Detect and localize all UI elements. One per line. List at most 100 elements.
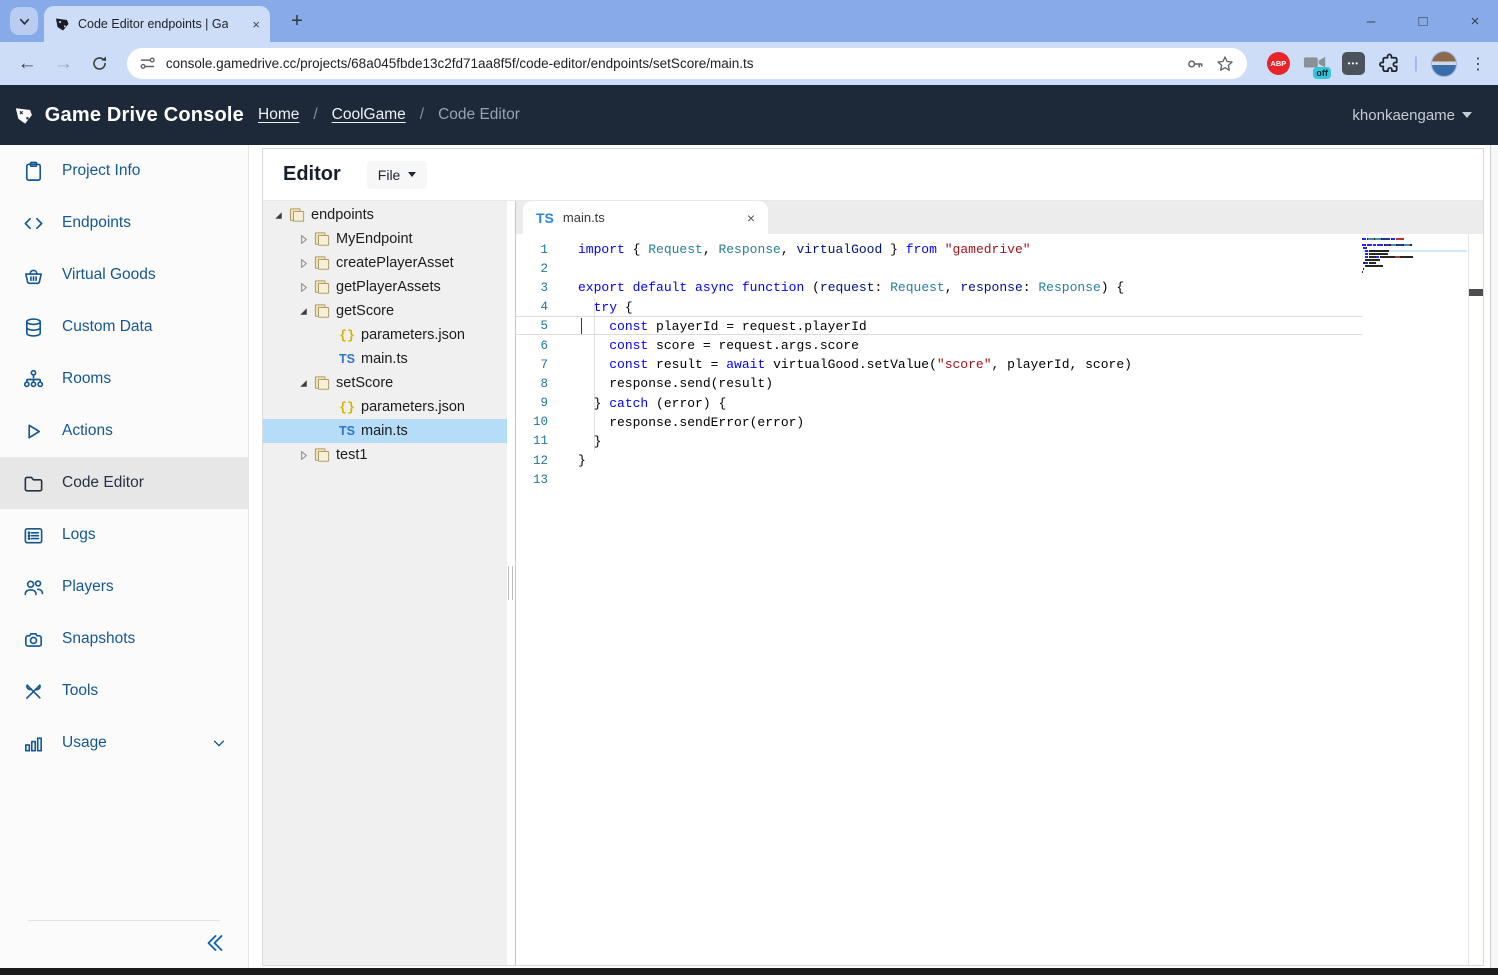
code-area[interactable]: 1import { Request, Response, virtualGood…	[516, 234, 1483, 965]
sidebar-item-custom-data[interactable]: Custom Data	[0, 301, 248, 353]
code-line-1[interactable]: 1import { Request, Response, virtualGood…	[516, 240, 1483, 259]
sidebar-item-label: Logs	[62, 526, 96, 544]
tree-item-label: parameters.json	[361, 399, 465, 415]
adblock-extension-icon[interactable]: ABP	[1267, 52, 1290, 75]
tab-search-button[interactable]	[10, 7, 38, 35]
tree-item-createPlayerAsset[interactable]: createPlayerAsset	[263, 251, 507, 275]
sidebar-item-code-editor[interactable]: Code Editor	[0, 457, 248, 509]
forward-button[interactable]: →	[48, 48, 78, 80]
camera-extension-icon[interactable]: off	[1303, 52, 1329, 76]
tree-item-main-ts[interactable]: TSmain.ts	[263, 347, 507, 371]
tree-item-getScore[interactable]: getScore	[263, 299, 507, 323]
sidebar-item-endpoints[interactable]: Endpoints	[0, 197, 248, 249]
sidebar-item-project-info[interactable]: Project Info	[0, 145, 248, 197]
code-line-3[interactable]: 3export default async function (request:…	[516, 278, 1483, 297]
sidebar-item-tools[interactable]: Tools	[0, 665, 248, 717]
json-file-icon: {}	[339, 328, 355, 343]
code-line-5[interactable]: 5 const playerId = request.playerId	[516, 317, 1483, 336]
user-name: khonkaengame	[1352, 107, 1455, 124]
sidebar-item-logs[interactable]: Logs	[0, 509, 248, 561]
tools-icon	[22, 680, 45, 703]
brand[interactable]: Game Drive Console	[0, 98, 244, 132]
url-text[interactable]: console.gamedrive.cc/projects/68a045fbde…	[166, 56, 1175, 71]
bookmark-star-icon[interactable]	[1215, 54, 1235, 74]
url-bar[interactable]: console.gamedrive.cc/projects/68a045fbde…	[127, 48, 1247, 79]
sidebar-item-usage[interactable]: Usage	[0, 717, 248, 769]
sidebar-collapse-button[interactable]	[198, 926, 232, 960]
tree-item-main-ts[interactable]: TSmain.ts	[263, 419, 507, 443]
sidebar-item-virtual-goods[interactable]: Virtual Goods	[0, 249, 248, 301]
minimap-line	[1362, 262, 1467, 264]
sidebar-item-label: Endpoints	[62, 214, 131, 232]
code-text: const result = await virtualGood.setValu…	[562, 357, 1132, 372]
site-info-icon[interactable]	[139, 55, 156, 72]
code-line-10[interactable]: 10 response.sendError(error)	[516, 413, 1483, 432]
basket-icon	[22, 264, 45, 287]
code-line-7[interactable]: 7 const result = await virtualGood.setVa…	[516, 355, 1483, 374]
editor-tab-maints[interactable]: TS main.ts ×	[523, 201, 768, 234]
back-button[interactable]: ←	[12, 48, 42, 80]
code-line-13[interactable]: 13	[516, 470, 1483, 489]
tree-item-test1[interactable]: test1	[263, 443, 507, 467]
password-key-icon[interactable]	[1185, 54, 1205, 74]
folder-icon	[313, 231, 331, 247]
sidebar-item-rooms[interactable]: Rooms	[0, 353, 248, 405]
code-line-6[interactable]: 6 const score = request.args.score	[516, 336, 1483, 355]
editor-tabbar: TS main.ts ×	[516, 201, 1483, 234]
sidebar-item-players[interactable]: Players	[0, 561, 248, 613]
tree-expanded-arrow[interactable]	[271, 210, 286, 221]
browser-tab-active[interactable]: Code Editor endpoints | GameD ×	[44, 6, 270, 42]
window-minimize-button[interactable]: –	[1362, 13, 1380, 30]
tree-item-MyEndpoint[interactable]: MyEndpoint	[263, 227, 507, 251]
tree-expanded-arrow[interactable]	[296, 378, 311, 389]
folder-icon-slot	[286, 207, 308, 223]
code-line-4[interactable]: 4 try {	[516, 298, 1483, 317]
ts-icon-slot: TS	[336, 424, 358, 438]
tree-collapsed-arrow[interactable]	[296, 450, 311, 461]
new-tab-button[interactable]: +	[284, 8, 310, 34]
editor-tab-label: main.ts	[563, 210, 605, 225]
breadcrumb-separator: /	[420, 106, 424, 124]
window-close-button[interactable]: ×	[1466, 13, 1484, 30]
code-line-9[interactable]: 9 } catch (error) {	[516, 394, 1483, 413]
tree-item-setScore[interactable]: setScore	[263, 371, 507, 395]
reload-button[interactable]	[85, 48, 115, 80]
sidebar-item-snapshots[interactable]: Snapshots	[0, 613, 248, 665]
tree-item-parameters-json[interactable]: {}parameters.json	[263, 323, 507, 347]
tree-item-label: createPlayerAsset	[336, 255, 454, 271]
user-menu[interactable]: khonkaengame	[1352, 107, 1472, 124]
folder-icon	[313, 279, 331, 295]
window-maximize-button[interactable]: □	[1414, 13, 1432, 30]
tree-item-label: main.ts	[361, 423, 408, 439]
code-line-11[interactable]: 11 }	[516, 432, 1483, 451]
code-line-12[interactable]: 12}	[516, 451, 1483, 470]
file-menu-button[interactable]: File	[367, 161, 428, 189]
sidebar-item-actions[interactable]: Actions	[0, 405, 248, 457]
tree-item-parameters-json[interactable]: {} parameters.json	[263, 395, 507, 419]
typescript-file-icon: TS	[536, 210, 554, 226]
code-line-8[interactable]: 8 response.send(result)	[516, 374, 1483, 393]
tree-item-endpoints[interactable]: endpoints	[263, 203, 507, 227]
tree-item-getPlayerAssets[interactable]: getPlayerAssets	[263, 275, 507, 299]
tree-collapsed-arrow[interactable]	[296, 258, 311, 269]
editor-panel: Editor File endpointsMyEndpointcreatePla…	[262, 148, 1484, 966]
minimap[interactable]	[1362, 238, 1467, 277]
code-line-2[interactable]: 2	[516, 259, 1483, 278]
tree-collapsed-arrow[interactable]	[296, 234, 311, 245]
profile-avatar[interactable]	[1431, 51, 1457, 77]
folder-icon	[22, 472, 45, 495]
breadcrumb-home[interactable]: Home	[258, 106, 299, 124]
breadcrumb-project[interactable]: CoolGame	[332, 106, 406, 124]
pane-splitter[interactable]	[507, 201, 516, 965]
dots-extension-icon[interactable]: •••	[1342, 52, 1365, 75]
tree-collapsed-icon	[298, 258, 309, 269]
tab-close-icon[interactable]: ×	[252, 17, 260, 32]
json-file-icon: {}	[339, 400, 355, 415]
tree-collapsed-arrow[interactable]	[296, 282, 311, 293]
overview-ruler[interactable]	[1468, 234, 1483, 965]
editor-tab-close-icon[interactable]: ×	[747, 210, 755, 226]
tree-expanded-arrow[interactable]	[296, 306, 311, 317]
extensions-puzzle-icon[interactable]	[1378, 52, 1401, 75]
browser-menu-icon[interactable]: ⋮	[1470, 54, 1486, 74]
code-text: }	[562, 453, 586, 468]
